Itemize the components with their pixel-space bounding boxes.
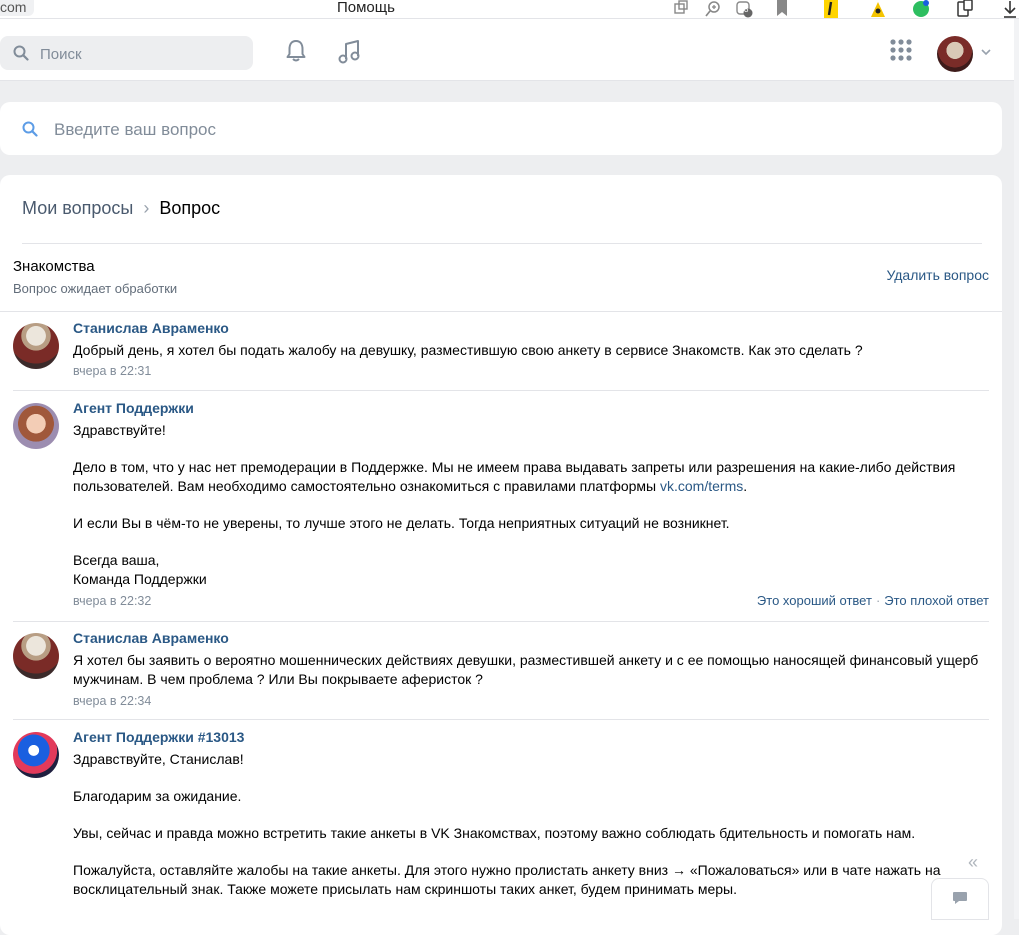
message-text: Здравствуйте! Дело в том, что у нас нет …	[73, 421, 989, 589]
question-input[interactable]	[52, 117, 956, 143]
message-author[interactable]: Станислав Авраменко	[73, 320, 229, 336]
download-icon[interactable]	[1001, 0, 1019, 18]
message-text: Здравствуйте, Станислав! Благодарим за о…	[73, 750, 989, 899]
bell-icon[interactable]	[285, 39, 307, 63]
zoom-icon[interactable]	[704, 0, 722, 18]
divider	[13, 719, 989, 720]
message-time[interactable]: вчера в 22:31	[73, 364, 151, 378]
extension-yellow-icon[interactable]	[869, 0, 887, 18]
ticket-topic: Знакомства	[13, 258, 95, 275]
profile-avatar[interactable]	[937, 36, 973, 72]
message-paragraph: Дело в том, что у нас нет премодерации в…	[73, 459, 956, 494]
divider	[0, 311, 1002, 312]
search-icon	[13, 45, 29, 61]
rating-separator: ·	[875, 593, 881, 608]
chevron-down-icon[interactable]	[981, 49, 991, 56]
message-text: Я хотел бы заявить о вероятно мошенничес…	[73, 651, 989, 689]
message-paragraph: Всегда ваша,	[73, 552, 160, 568]
collapse-button[interactable]: «	[968, 852, 978, 873]
message-time[interactable]: вчера в 22:34	[73, 694, 151, 708]
browser-page-title: Помощь	[337, 0, 395, 16]
site-header	[0, 19, 1019, 81]
bookmark-icon[interactable]	[773, 0, 791, 18]
avatar	[13, 732, 59, 778]
breadcrumb: Мои вопросы › Вопрос	[22, 198, 220, 219]
delete-question-link[interactable]: Удалить вопрос	[886, 267, 989, 283]
terms-link[interactable]: vk.com/terms	[660, 478, 743, 494]
message-paragraph: Здравствуйте!	[73, 422, 166, 438]
message-paragraph: Я хотел бы заявить о вероятно мошенничес…	[73, 652, 979, 687]
breadcrumb-current: Вопрос	[159, 198, 221, 218]
question-search-card	[0, 102, 1002, 155]
answer-rating: Это хороший ответ · Это плохой ответ	[757, 593, 989, 608]
message-paragraph: Увы, сейчас и правда можно встретить так…	[73, 825, 916, 841]
divider	[13, 621, 989, 622]
divider	[13, 390, 989, 391]
music-icon[interactable]	[337, 39, 361, 65]
message-text: Добрый день, я хотел бы подать жалобу на…	[73, 341, 989, 360]
message-time[interactable]: вчера в 22:32	[73, 594, 151, 608]
breadcrumb-my-questions[interactable]: Мои вопросы	[22, 198, 133, 218]
message-paragraph: Благодарим за ожидание.	[73, 788, 242, 804]
message-author[interactable]: Станислав Авраменко	[73, 630, 229, 646]
good-answer-link[interactable]: Это хороший ответ	[757, 593, 872, 608]
browser-toolbar: com Помощь 3	[0, 0, 1019, 19]
avatar[interactable]	[13, 633, 59, 679]
message-paragraph: Пожалуйста, оставляйте жалобы на такие а…	[73, 862, 941, 897]
avatar	[13, 403, 59, 449]
search-input[interactable]	[38, 42, 242, 66]
search-icon	[22, 121, 38, 137]
tabs-badge: 3	[744, 5, 749, 14]
breadcrumb-separator: ›	[143, 198, 150, 218]
ticket-card: Мои вопросы › Вопрос Знакомства Вопрос ожи…	[0, 175, 1002, 935]
ticket-status: Вопрос ожидает обработки	[13, 281, 178, 296]
message-paragraph: Добрый день, я хотел бы подать жалобу на…	[73, 342, 863, 358]
header-search[interactable]	[0, 36, 253, 70]
message-author: Агент Поддержки #13013	[73, 729, 245, 745]
avatar[interactable]	[13, 323, 59, 369]
page-scrollbar[interactable]	[1014, 19, 1019, 919]
chat-bubble-icon	[953, 892, 967, 904]
extension-i-icon[interactable]	[822, 0, 840, 18]
url-fragment[interactable]: com	[0, 0, 35, 16]
apps-grid-icon[interactable]	[890, 39, 912, 61]
divider	[22, 243, 982, 244]
extension-clipboard-icon[interactable]	[956, 0, 974, 18]
evernote-icon[interactable]	[912, 0, 930, 18]
message-author: Агент Поддержки	[73, 400, 194, 416]
chat-button[interactable]	[931, 878, 989, 920]
translate-icon[interactable]	[672, 0, 690, 18]
bad-answer-link[interactable]: Это плохой ответ	[884, 593, 989, 608]
message-paragraph: И если Вы в чём-то не уверены, то лучше …	[73, 515, 730, 531]
message-paragraph: Здравствуйте, Станислав!	[73, 751, 244, 767]
message-paragraph: Команда Поддержки	[73, 571, 207, 587]
